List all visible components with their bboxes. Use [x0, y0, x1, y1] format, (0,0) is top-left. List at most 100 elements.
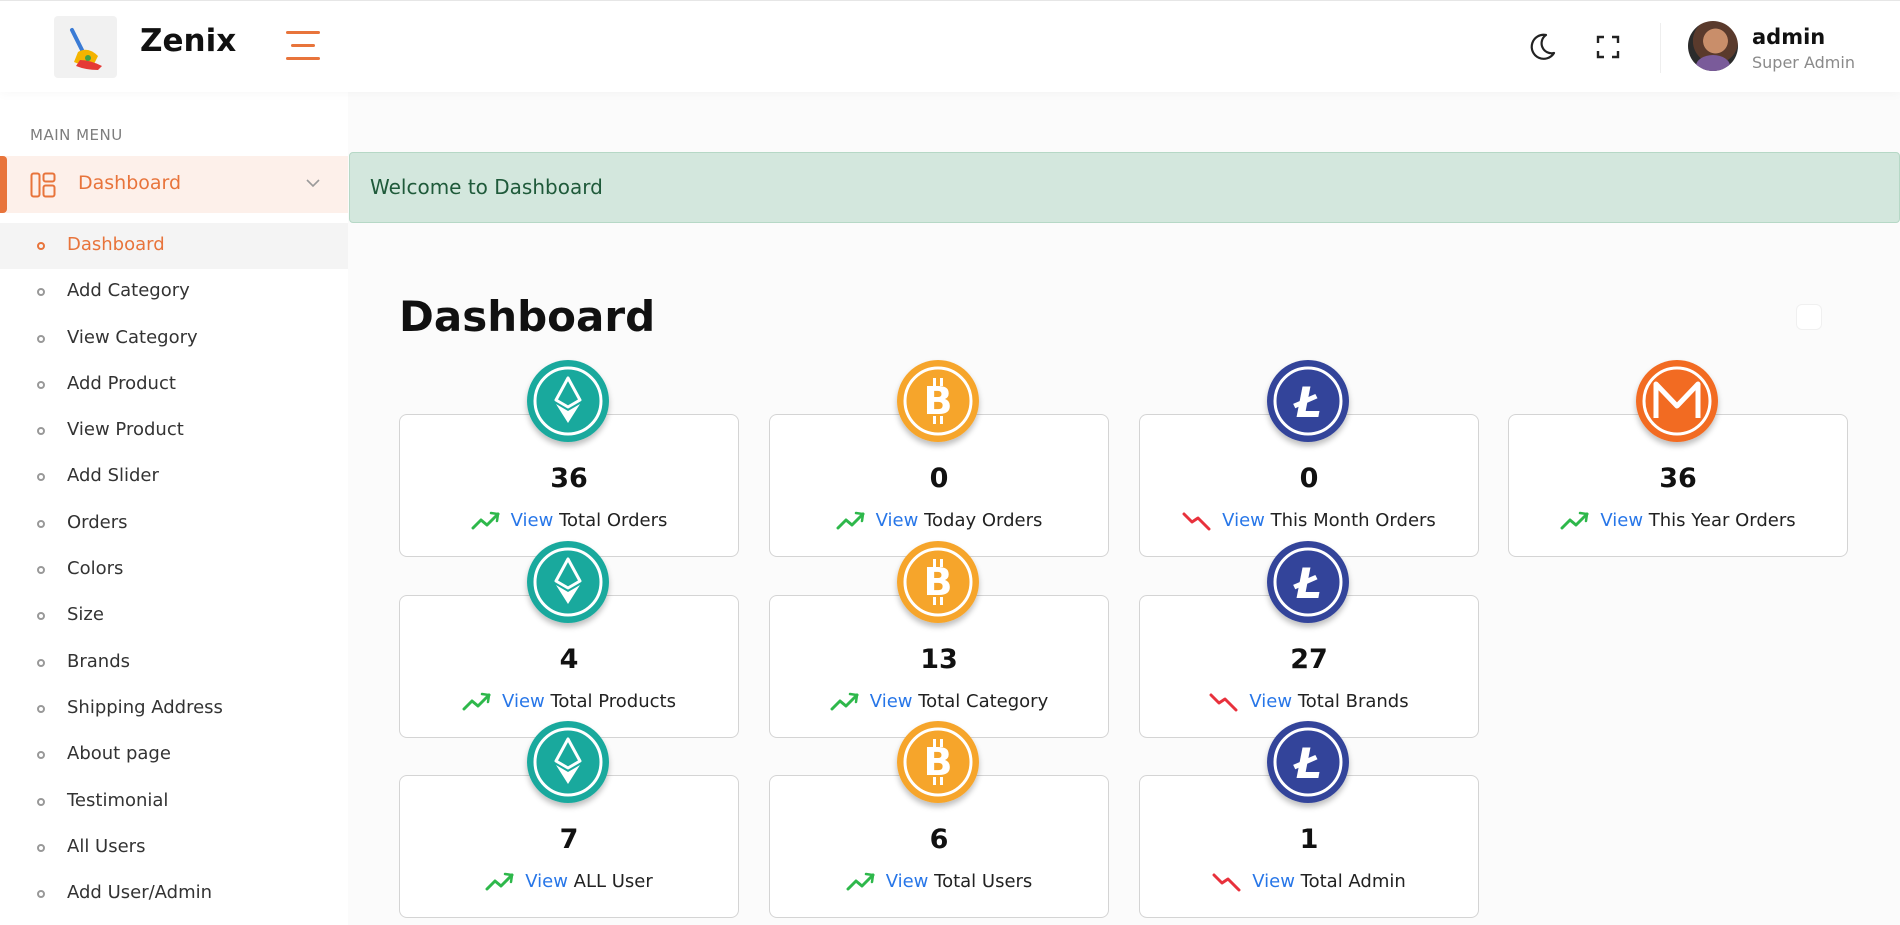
sidebar-item-view-product[interactable]: View Product [0, 408, 348, 454]
sidebar-item-orders[interactable]: Orders [0, 501, 348, 547]
trend-up-icon [462, 691, 492, 713]
sidebar-item-label: Testimonial [67, 789, 169, 811]
view-link[interactable]: View [1600, 510, 1643, 531]
stat-label: Total Users [934, 871, 1033, 892]
bullet-icon [37, 751, 45, 760]
sidebar-item-label: Add Slider [67, 465, 159, 487]
ethereum-coin-icon [527, 360, 609, 442]
view-link[interactable]: View [1222, 510, 1265, 531]
stat-label: Total Orders [559, 510, 668, 531]
dashboard-layout-icon [30, 172, 56, 198]
sidebar-item-dashboard[interactable]: Dashboard [0, 223, 348, 270]
stat-label: ALL User [573, 871, 653, 892]
stat-footer: View Total Brands [1140, 691, 1478, 713]
sidebar-item-add-category[interactable]: Add Category [0, 269, 348, 315]
stat-footer: View Total Products [400, 691, 738, 713]
bullet-icon [37, 427, 45, 436]
trend-up-icon [1560, 510, 1590, 532]
bullet-icon [37, 380, 45, 389]
stat-label: Total Admin [1300, 871, 1406, 892]
stat-footer: View Total Orders [400, 510, 738, 532]
stat-footer: View Total Category [770, 691, 1108, 713]
svg-text:Ł: Ł [1293, 378, 1322, 427]
sidebar-item-colors[interactable]: Colors [0, 547, 348, 593]
sidebar-group-label: Dashboard [78, 172, 182, 194]
header-divider [1660, 23, 1661, 73]
litecoin-coin-icon: Ł [1267, 360, 1349, 442]
stat-value: 13 [920, 644, 958, 675]
sidebar-item-size[interactable]: Size [0, 593, 348, 639]
sidebar-item-shipping-address[interactable]: Shipping Address [0, 686, 348, 732]
sidebar-item-label: Orders [67, 511, 128, 533]
menu-section-title: MAIN MENU [30, 126, 123, 144]
bullet-icon [37, 612, 45, 621]
sidebar-item-label: Add Category [67, 280, 190, 302]
view-link[interactable]: View [886, 871, 929, 892]
sidebar-item-add-user-admin[interactable]: Add User/Admin [0, 871, 348, 917]
bitcoin-coin-icon: B [897, 541, 979, 623]
view-link[interactable]: View [1252, 871, 1295, 892]
sidebar: MAIN MENU Dashboard Dashboard Add Catego… [0, 92, 348, 925]
dark-mode-toggle[interactable] [1526, 31, 1558, 63]
view-link[interactable]: View [525, 871, 568, 892]
bullet-icon [37, 242, 45, 250]
sidebar-item-label: Size [67, 604, 104, 626]
trend-up-icon [830, 691, 860, 713]
trend-down-icon [1212, 871, 1242, 893]
sidebar-item-label: View Category [67, 326, 198, 348]
view-link[interactable]: View [502, 691, 545, 712]
sidebar-item-add-product[interactable]: Add Product [0, 362, 348, 408]
logo[interactable] [54, 16, 117, 78]
sidebar-item-brands[interactable]: Brands [0, 640, 348, 686]
stat-value: 36 [550, 463, 588, 494]
stat-value: 0 [929, 463, 949, 494]
view-link[interactable]: View [1249, 691, 1292, 712]
stat-footer: View This Month Orders [1140, 510, 1478, 532]
user-name[interactable]: admin [1752, 25, 1825, 49]
logo-icon [70, 28, 102, 70]
svg-text:Ł: Ł [1293, 739, 1322, 788]
bullet-icon [37, 519, 45, 528]
options-checkbox[interactable] [1796, 304, 1822, 330]
main-content: Welcome to Dashboard Dashboard 36 View To… [348, 92, 1900, 925]
bullet-icon [37, 658, 45, 667]
bullet-icon [37, 890, 45, 899]
trend-up-icon [846, 871, 876, 893]
moon-icon [1530, 33, 1556, 60]
view-link[interactable]: View [870, 691, 913, 712]
bullet-icon [37, 334, 45, 343]
sidebar-item-add-slider[interactable]: Add Slider [0, 454, 348, 500]
bitcoin-coin-icon: B [897, 721, 979, 803]
trend-up-icon [836, 510, 866, 532]
sidebar-item-all-users[interactable]: All Users [0, 825, 348, 871]
sidebar-item-about-page[interactable]: About page [0, 732, 348, 778]
sidebar-item-label: About page [67, 743, 171, 765]
avatar[interactable] [1688, 21, 1738, 71]
bullet-icon [37, 288, 45, 297]
view-link[interactable]: View [876, 510, 919, 531]
view-link[interactable]: View [511, 510, 554, 531]
litecoin-coin-icon: Ł [1267, 541, 1349, 623]
fullscreen-icon [1596, 35, 1620, 59]
page-title: Dashboard [399, 292, 656, 341]
trend-up-icon [485, 871, 515, 893]
sidebar-item-label: All Users [67, 835, 146, 857]
stat-footer: View Total Users [770, 871, 1108, 893]
stat-footer: View Today Orders [770, 510, 1108, 532]
menu-toggle-button[interactable] [286, 31, 322, 61]
stat-label: This Year Orders [1648, 510, 1796, 531]
stat-value: 36 [1659, 463, 1697, 494]
stat-value: 4 [559, 644, 579, 675]
stat-label: Total Category [918, 691, 1049, 712]
trend-up-icon [471, 510, 501, 532]
bullet-icon [37, 704, 45, 713]
bitcoin-coin-icon: B [897, 360, 979, 442]
ethereum-coin-icon [527, 721, 609, 803]
litecoin-coin-icon: Ł [1267, 721, 1349, 803]
sidebar-item-view-category[interactable]: View Category [0, 316, 348, 362]
sidebar-item-testimonial[interactable]: Testimonial [0, 779, 348, 825]
sidebar-item-label: Add Product [67, 372, 176, 394]
fullscreen-button[interactable] [1592, 31, 1624, 63]
stat-footer: View This Year Orders [1509, 510, 1847, 532]
sidebar-group-dashboard[interactable]: Dashboard [0, 156, 348, 213]
